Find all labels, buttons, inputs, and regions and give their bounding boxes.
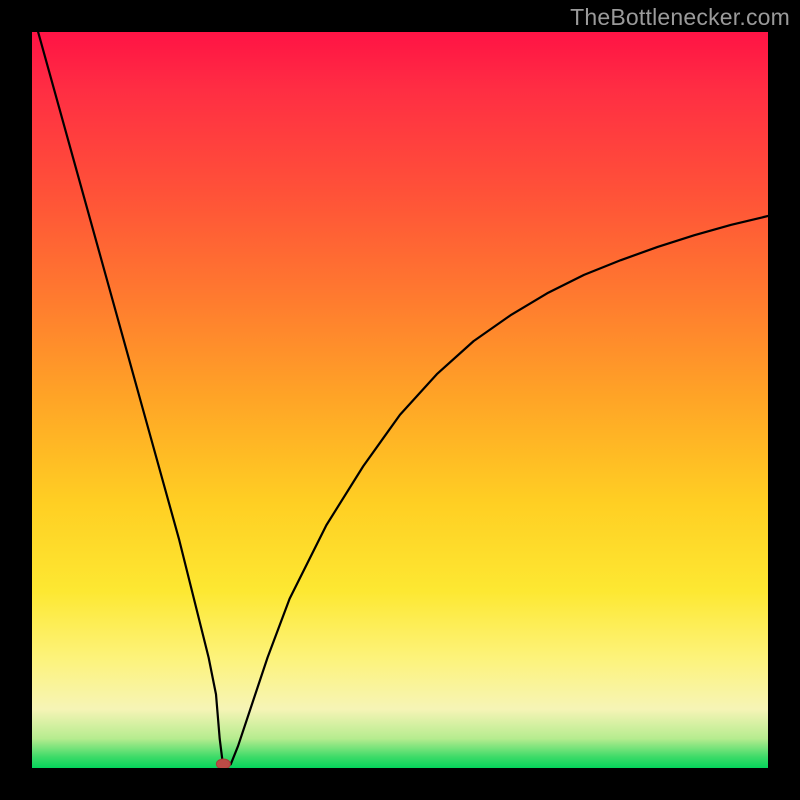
bottleneck-curve-path — [32, 32, 768, 768]
attribution-label: TheBottlenecker.com — [570, 4, 790, 31]
chart-plot-area — [32, 32, 768, 768]
chart-frame: TheBottlenecker.com — [0, 0, 800, 800]
chart-outer-border — [0, 0, 800, 800]
minimum-marker-dot — [216, 759, 230, 768]
chart-svg — [32, 32, 768, 768]
